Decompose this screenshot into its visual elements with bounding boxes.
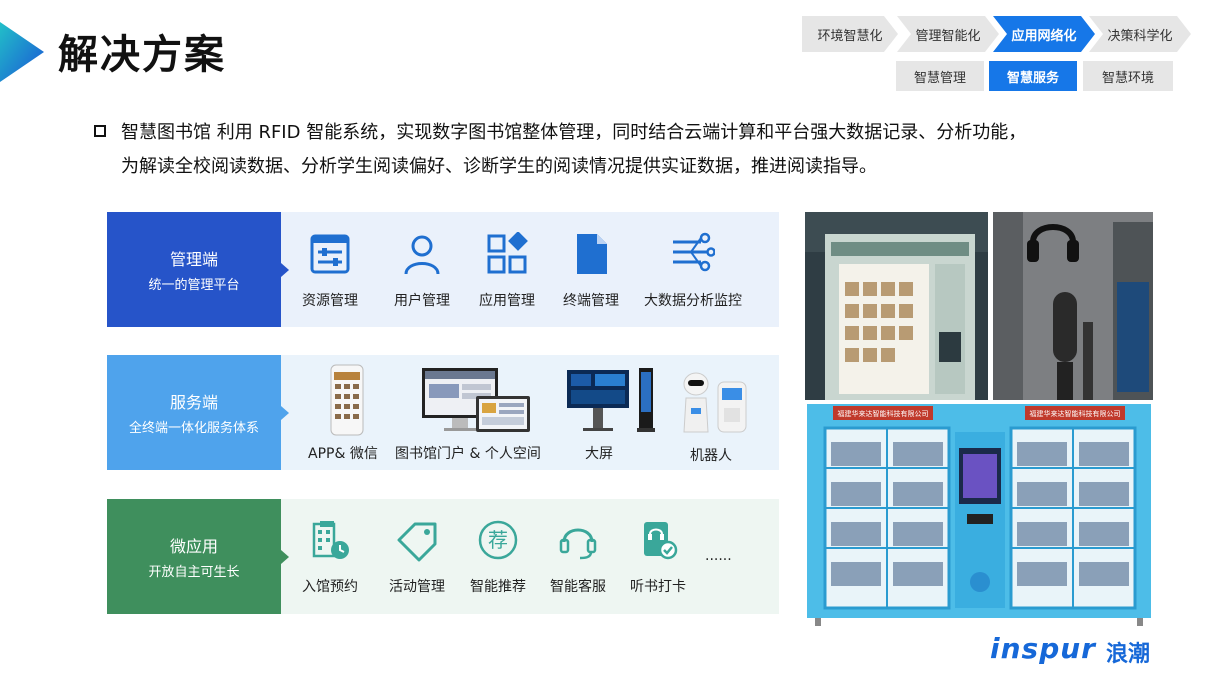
subtab-smart-management[interactable]: 智慧管理 bbox=[896, 61, 984, 91]
mgmt-item-bigdata[interactable]: 大数据分析监控 bbox=[638, 232, 748, 310]
micro-title: 微应用 bbox=[169, 537, 218, 556]
nav-step-label: 决策科学化 bbox=[1107, 28, 1173, 44]
nav-step-application[interactable]: 应用网络化 bbox=[993, 16, 1095, 52]
subtab-label: 智慧管理 bbox=[913, 70, 966, 86]
service-title: 服务端 bbox=[169, 393, 218, 412]
app-grid-icon bbox=[487, 231, 528, 274]
subtab-label: 智慧环境 bbox=[1101, 70, 1154, 86]
micro-item-audiobook[interactable]: 听书打卡 bbox=[603, 518, 713, 596]
big-screen-image bbox=[567, 368, 655, 432]
building-clock-icon bbox=[312, 521, 349, 559]
service-panel-header: 服务端 全终端一体化服务体系 bbox=[107, 355, 281, 470]
subtab-label: 智慧服务 bbox=[1006, 70, 1059, 86]
service-item-robot[interactable]: 机器人 bbox=[690, 445, 732, 465]
nav-step-management[interactable]: 管理智能化 bbox=[897, 16, 999, 52]
service-pointer bbox=[281, 406, 289, 420]
subtab-smart-environment[interactable]: 智慧环境 bbox=[1083, 61, 1173, 91]
service-item-app[interactable]: APP& 微信 bbox=[308, 443, 378, 463]
sliders-panel-icon bbox=[310, 234, 350, 274]
phone-app-image bbox=[330, 364, 364, 436]
micro-more: ...... bbox=[705, 548, 732, 564]
user-icon bbox=[404, 235, 440, 275]
micro-item-label: 听书打卡 bbox=[630, 579, 686, 595]
reading-kiosk-photo bbox=[805, 212, 988, 400]
data-flow-icon bbox=[673, 232, 716, 272]
management-title: 管理端 bbox=[169, 250, 218, 269]
cabinet-banner-right: 福建华来达智能科技有限公司 bbox=[1030, 409, 1121, 418]
bullet-square-icon bbox=[94, 125, 106, 137]
service-item-portal[interactable]: 图书馆门户 & 个人空间 bbox=[395, 443, 541, 463]
nav-step-label: 应用网络化 bbox=[1011, 28, 1077, 44]
micro-subtitle: 开放自主可生长 bbox=[148, 565, 240, 580]
cabinet-banner-left: 福建华来达智能科技有限公司 bbox=[838, 409, 929, 418]
inspur-logo-cn: 浪潮 bbox=[1106, 642, 1151, 667]
inspur-logo: inspur bbox=[990, 632, 1096, 665]
mgmt-item-label: 终端管理 bbox=[563, 293, 619, 309]
nav-step-decision[interactable]: 决策科学化 bbox=[1089, 16, 1191, 52]
nav-step-label: 环境智慧化 bbox=[817, 28, 883, 44]
nav-step-environment[interactable]: 环境智慧化 bbox=[802, 16, 898, 52]
micro-panel-header: 微应用 开放自主可生长 bbox=[107, 499, 281, 614]
mgmt-item-label: 大数据分析监控 bbox=[644, 293, 742, 309]
tag-icon bbox=[397, 522, 437, 562]
title-arrow-icon bbox=[0, 22, 44, 82]
headset-icon bbox=[559, 528, 597, 560]
desktop-portal-image bbox=[422, 368, 530, 432]
book-check-icon bbox=[644, 522, 678, 560]
document-icon bbox=[577, 234, 607, 274]
management-panel-header: 管理端 统一的管理平台 bbox=[107, 212, 281, 327]
service-item-bigscreen[interactable]: 大屏 bbox=[585, 443, 613, 463]
recommend-badge-icon: 荐 bbox=[478, 520, 518, 560]
subtab-smart-service[interactable]: 智慧服务 bbox=[989, 61, 1077, 91]
intro-line-2: 为解读全校阅读数据、分析学生阅读偏好、诊断学生的阅读情况提供实证数据，推进阅读指… bbox=[121, 156, 877, 177]
robot-image bbox=[683, 372, 747, 433]
nav-step-label: 管理智能化 bbox=[915, 28, 981, 44]
smart-book-cabinet-photo: 福建华来达智能科技有限公司 福建华来达智能科技有限公司 bbox=[807, 404, 1151, 626]
mgmt-item-terminal[interactable]: 终端管理 bbox=[536, 232, 646, 310]
recommend-glyph: 荐 bbox=[488, 528, 508, 552]
page-title: 解决方案 bbox=[58, 32, 226, 78]
intro-line-1: 智慧图书馆 利用 RFID 智能系统，实现数字图书馆整体管理，同时结合云端计算和… bbox=[121, 122, 1027, 143]
management-subtitle: 统一的管理平台 bbox=[148, 278, 240, 293]
service-subtitle: 全终端一体化服务体系 bbox=[128, 421, 259, 436]
recording-booth-photo bbox=[993, 212, 1153, 400]
